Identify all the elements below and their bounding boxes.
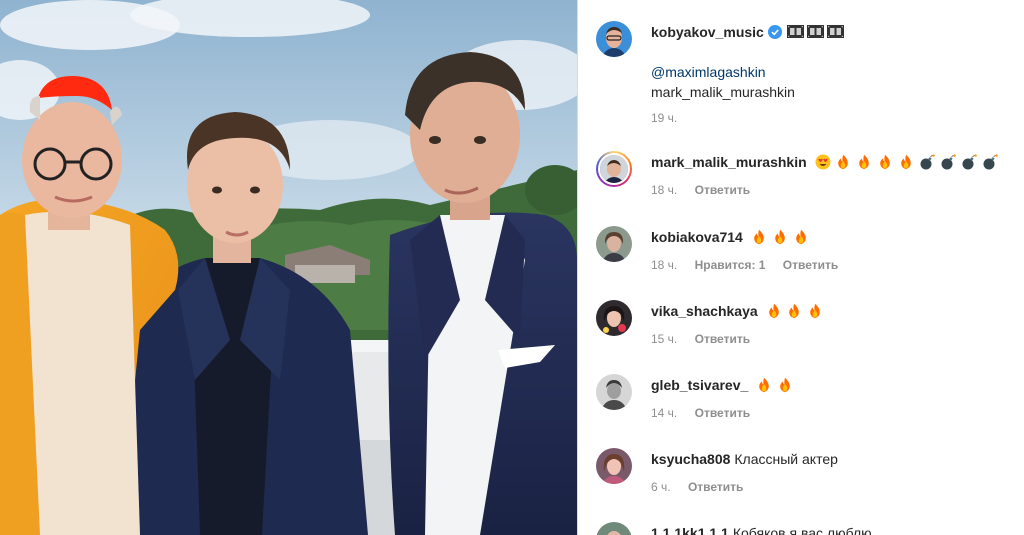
comment-username[interactable]: gleb_tsivarev_ [651, 377, 748, 393]
comment-username[interactable]: kobiakova714 [651, 229, 743, 245]
commenter-avatar[interactable] [596, 374, 632, 410]
fire-emoji-icon [759, 377, 769, 393]
commenter-avatar-image [596, 522, 632, 535]
likes-count-button[interactable]: Нравится: 1 [695, 258, 766, 272]
comment-text: Кобяков я вас люблю [732, 525, 872, 535]
comment-time[interactable]: 18 ч. [651, 258, 677, 272]
author-avatar[interactable] [596, 21, 632, 57]
comment-time[interactable]: 14 ч. [651, 406, 677, 420]
comment-username[interactable]: 1.1.1kk1.1.1 [651, 525, 729, 535]
caption-mention-link[interactable]: @maximlagashkin [651, 64, 766, 80]
commenter-avatar-image [596, 374, 632, 410]
comment-text: Классный актер [734, 451, 838, 467]
fire-emoji-icon [780, 377, 790, 393]
fire-emoji-icon [880, 154, 891, 170]
reply-button[interactable]: Ответить [695, 183, 750, 197]
comment-time[interactable]: 6 ч. [651, 480, 671, 494]
commenter-avatar[interactable] [596, 448, 632, 484]
comment-emojis [766, 303, 825, 319]
fire-emoji-icon [768, 303, 779, 319]
comment-emojis [751, 229, 810, 245]
comment-time[interactable]: 15 ч. [651, 332, 677, 346]
commenter-avatar[interactable] [596, 300, 632, 336]
commenter-avatar-image [600, 155, 628, 183]
comment-username[interactable]: vika_shachkaya [651, 303, 758, 319]
post-photo-image [0, 0, 577, 535]
bomb-emoji-icon [920, 154, 935, 170]
fire-emoji-icon [795, 229, 806, 245]
author-username[interactable]: kobyakov_music [651, 24, 764, 40]
comments-panel[interactable]: kobyakov_music @maximlagashkin mark_mali… [578, 0, 1024, 535]
commenter-avatar[interactable] [596, 522, 632, 535]
bomb-emoji-icon [962, 154, 977, 170]
comment-emojis [815, 154, 999, 170]
verified-badge-icon [767, 25, 782, 39]
heart-eyes-emoji-icon [815, 154, 831, 170]
reply-button[interactable]: Ответить [688, 480, 743, 494]
comment-time[interactable]: 18 ч. [651, 183, 677, 197]
bomb-emoji-icon [941, 154, 956, 170]
film-frame-icon [786, 25, 804, 38]
comment-username[interactable]: mark_malik_murashkin [651, 154, 807, 170]
post-photo[interactable] [0, 0, 577, 535]
comment-username[interactable]: ksyucha808 [651, 451, 730, 467]
commenter-avatar[interactable] [596, 151, 632, 187]
fire-emoji-icon [810, 303, 821, 319]
fire-emoji-icon [789, 303, 800, 319]
commenter-avatar-image [596, 448, 632, 484]
fire-emoji-icon [859, 154, 870, 170]
film-frame-icon [806, 25, 824, 38]
reply-button[interactable]: Ответить [695, 332, 750, 346]
fire-emoji-icon [838, 154, 849, 170]
bomb-emoji-icon [983, 154, 998, 170]
author-avatar-image [596, 21, 632, 57]
fire-emoji-icon [901, 154, 911, 170]
comment-emojis [756, 377, 794, 393]
fire-emoji-icon [753, 229, 764, 245]
film-frame-icon [826, 25, 844, 38]
caption-text: mark_malik_murashkin [651, 84, 795, 100]
fire-emoji-icon [774, 229, 785, 245]
commenter-avatar[interactable] [596, 226, 632, 262]
reply-button[interactable]: Ответить [695, 406, 750, 420]
reply-button[interactable]: Ответить [783, 258, 838, 272]
commenter-avatar-image [596, 300, 632, 336]
commenter-avatar-image [596, 226, 632, 262]
post-time[interactable]: 19 ч. [651, 111, 677, 125]
